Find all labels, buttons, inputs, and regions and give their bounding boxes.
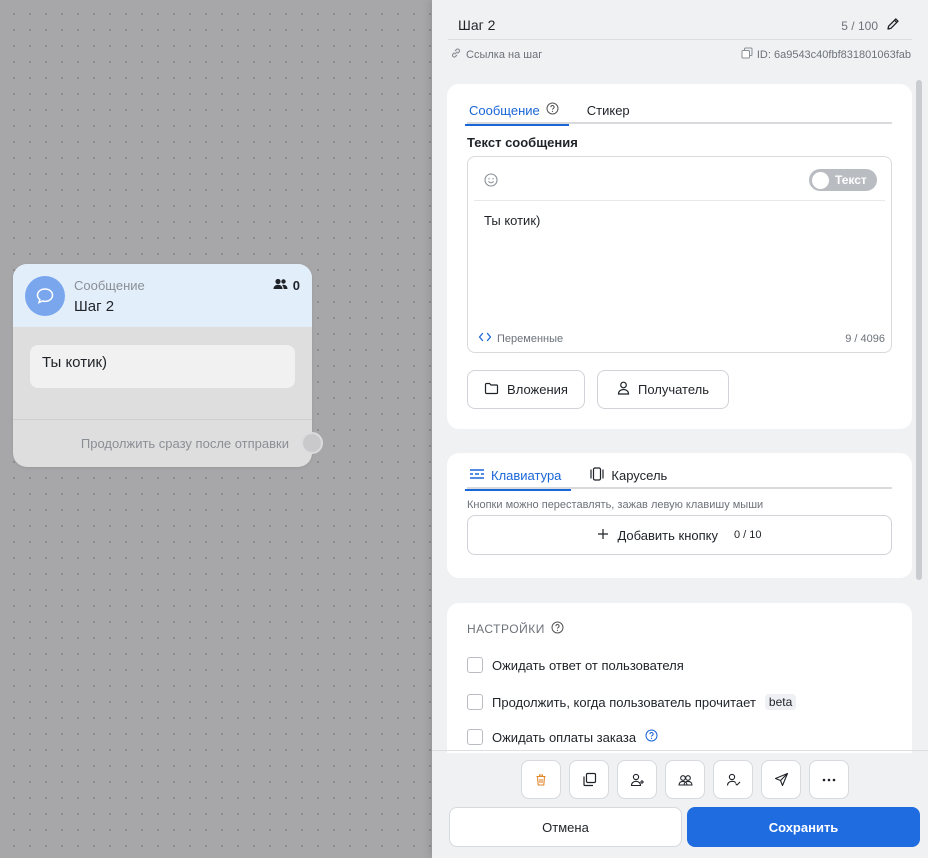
- tab-carousel[interactable]: Карусель: [587, 461, 669, 489]
- panel-scrollbar[interactable]: [916, 80, 922, 580]
- add-button-button[interactable]: Добавить кнопку 0 / 10: [467, 515, 892, 555]
- node-message-bubble: Ты котик): [30, 345, 295, 388]
- node-divider: [13, 419, 312, 420]
- node-output-port[interactable]: [301, 432, 323, 454]
- user-icon: [617, 381, 630, 398]
- settings-title: НАСТРОЙКИ: [467, 621, 564, 637]
- copy-icon[interactable]: [569, 760, 609, 799]
- node-header: Сообщение Шаг 2 0: [13, 264, 312, 327]
- option-label: Ожидать ответ от пользователя: [492, 657, 684, 673]
- save-button[interactable]: Сохранить: [687, 807, 920, 847]
- recipient-button[interactable]: Получатель: [597, 370, 729, 409]
- message-card: Сообщение Стикер Текст сообщения Текст Т: [447, 84, 912, 429]
- header-divider: [448, 39, 912, 40]
- toggle-knob: [812, 171, 829, 189]
- node-type-label: Сообщение: [74, 278, 145, 293]
- message-text-value[interactable]: Ты котик): [484, 213, 540, 228]
- payment-help-icon[interactable]: [645, 729, 658, 745]
- link-icon: [450, 47, 462, 62]
- step-link-label: Ссылка на шаг: [466, 48, 543, 61]
- copy-id-icon: [741, 47, 753, 62]
- attachments-button[interactable]: Вложения: [467, 370, 585, 409]
- step-id[interactable]: ID: 6a9543c40fbf831801063fab: [741, 47, 911, 62]
- tab-keyboard[interactable]: Клавиатура: [464, 461, 572, 491]
- attachments-label: Вложения: [507, 382, 568, 397]
- step-title-input[interactable]: Шаг 2: [458, 17, 495, 33]
- node-subscribers: 0: [273, 278, 300, 293]
- checkbox[interactable]: [467, 657, 483, 673]
- option-wait-payment[interactable]: Ожидать оплаты заказа: [467, 729, 658, 745]
- option-label: Ожидать оплаты заказа: [492, 729, 637, 745]
- editor-toolbar: Текст: [474, 157, 885, 201]
- plus-icon: [597, 528, 609, 543]
- pencil-icon[interactable]: [886, 17, 900, 34]
- message-node[interactable]: Сообщение Шаг 2 0 Ты котик) Продолжить с…: [13, 264, 323, 467]
- user-check-icon[interactable]: [713, 760, 753, 799]
- variables-button[interactable]: Переменные: [478, 332, 563, 345]
- carousel-icon: [589, 466, 605, 484]
- emoji-icon[interactable]: [484, 173, 498, 192]
- user-add-icon[interactable]: [617, 760, 657, 799]
- settings-title-label: НАСТРОЙКИ: [467, 622, 545, 636]
- keyboard-hint: Кнопки можно переставлять, зажав левую к…: [467, 499, 764, 511]
- keyboard-tabs: Клавиатура Карусель: [464, 461, 892, 491]
- toolbar-divider: [432, 750, 928, 751]
- tab-carousel-label: Карусель: [611, 467, 668, 483]
- toggle-label: Текст: [835, 173, 867, 187]
- option-continue-on-read[interactable]: Продолжить, когда пользователь прочитает…: [467, 694, 797, 710]
- tab-keyboard-label: Клавиатура: [491, 467, 562, 483]
- option-wait-reply[interactable]: Ожидать ответ от пользователя: [467, 657, 684, 673]
- add-button-count: 0 / 10: [734, 529, 762, 541]
- option-label: Продолжить, когда пользователь прочитает: [492, 694, 756, 710]
- step-settings-panel: Шаг 2 5 / 100 Ссылка на шаг ID: 6a9543c4…: [432, 0, 928, 858]
- node-title: Шаг 2: [74, 298, 115, 315]
- help-icon[interactable]: [546, 102, 559, 118]
- settings-help-icon[interactable]: [551, 621, 564, 637]
- settings-card: НАСТРОЙКИ Ожидать ответ от пользователя …: [447, 603, 912, 753]
- group-icon[interactable]: [665, 760, 705, 799]
- title-counter: 5 / 100: [841, 17, 900, 34]
- tab-sticker-label: Стикер: [586, 102, 630, 118]
- trash-icon[interactable]: [521, 760, 561, 799]
- text-mode-toggle[interactable]: Текст: [809, 169, 877, 191]
- recipient-label: Получатель: [637, 382, 710, 397]
- message-editor[interactable]: Текст Ты котик) Переменные 9 / 4096: [467, 156, 892, 353]
- variables-label: Переменные: [497, 332, 564, 345]
- more-icon[interactable]: [809, 760, 849, 799]
- keyboard-icon: [469, 468, 485, 483]
- cancel-button[interactable]: Отмена: [449, 807, 682, 847]
- flow-canvas[interactable]: Сообщение Шаг 2 0 Ты котик) Продолжить с…: [0, 0, 432, 858]
- message-tabs: Сообщение Стикер: [465, 96, 892, 126]
- keyboard-card: Клавиатура Карусель Кнопки можно переста…: [447, 453, 912, 578]
- tab-message[interactable]: Сообщение: [465, 96, 569, 126]
- subscribers-count: 0: [292, 278, 300, 293]
- tab-sticker[interactable]: Стикер: [585, 96, 632, 124]
- add-button-label: Добавить кнопку: [617, 527, 718, 543]
- checkbox[interactable]: [467, 729, 483, 745]
- message-text-label: Текст сообщения: [467, 135, 578, 150]
- code-brackets-icon: [478, 332, 492, 345]
- step-id-label: ID: 6a9543c40fbf831801063fab: [756, 48, 911, 61]
- folder-icon: [484, 382, 499, 398]
- checkbox[interactable]: [467, 694, 483, 710]
- tab-message-label: Сообщение: [469, 102, 540, 118]
- users-icon: [273, 278, 288, 293]
- step-link[interactable]: Ссылка на шаг: [450, 47, 542, 62]
- send-icon[interactable]: [761, 760, 801, 799]
- title-count: 5 / 100: [841, 18, 878, 33]
- beta-badge: beta: [764, 694, 797, 710]
- chat-bubble-icon: [25, 276, 65, 316]
- node-continue-label: Продолжить сразу после отправки: [80, 436, 289, 451]
- char-counter: 9 / 4096: [845, 333, 885, 345]
